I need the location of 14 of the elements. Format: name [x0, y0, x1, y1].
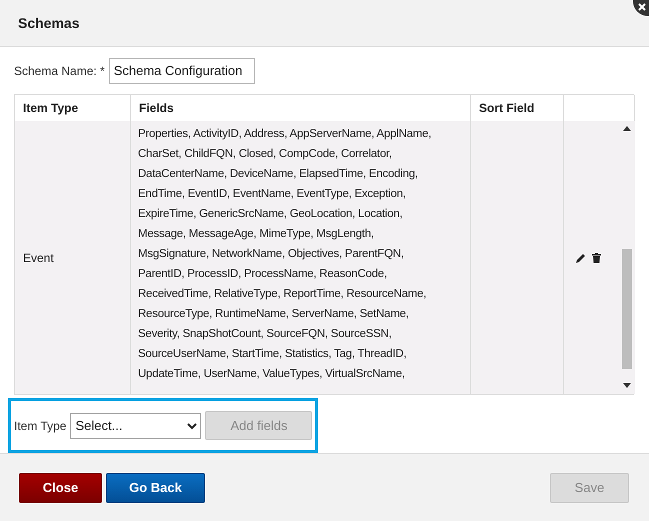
- fields-cell: Properties, ActivityID, Address, AppServerName, ApplName, CharSet, ChildFQN, Closed, CompCode, Correlator, DataCenterName, DeviceName, ElapsedTime, Encoding, EndTime, EventID, EventName, EventType, Exception, ExpireTime, GenericSrcName, GeoLocation, Location, Message, MessageAge, MimeType, MsgLength, MsgSignature, NetworkName, Objectives, ParentFQN, ParentID, ProcessID, ProcessName, ReasonCode, ReceivedTime, RelativeType, ReportTime, ResourceName, ResourceType, RuntimeName, ServerName, SetName, Severity, SnapShotCount, SourceFQN, SourceSSN, SourceUserName, StartTime, Statistics, Tag, ThreadID, UpdateTime, UserName, ValueTypes, VirtualSrcName,: [131, 121, 471, 394]
- schema-name-field[interactable]: Schema Configuration: [108, 58, 255, 84]
- item-type-select[interactable]: Select...: [70, 412, 202, 438]
- trash-icon[interactable]: [592, 252, 601, 262]
- item-type-cell: Event: [23, 250, 54, 264]
- schema-name-label: Schema Name: *: [14, 64, 105, 78]
- scroll-up-icon[interactable]: [623, 126, 631, 131]
- scroll-thumb[interactable]: [622, 249, 632, 369]
- close-button[interactable]: Close: [19, 472, 102, 502]
- go-back-button[interactable]: Go Back: [106, 472, 205, 502]
- pencil-icon[interactable]: [576, 252, 586, 262]
- dialog-title: Schemas: [18, 15, 80, 31]
- item-type-label: Item Type: [14, 418, 66, 432]
- scroll-down-icon[interactable]: [623, 383, 631, 388]
